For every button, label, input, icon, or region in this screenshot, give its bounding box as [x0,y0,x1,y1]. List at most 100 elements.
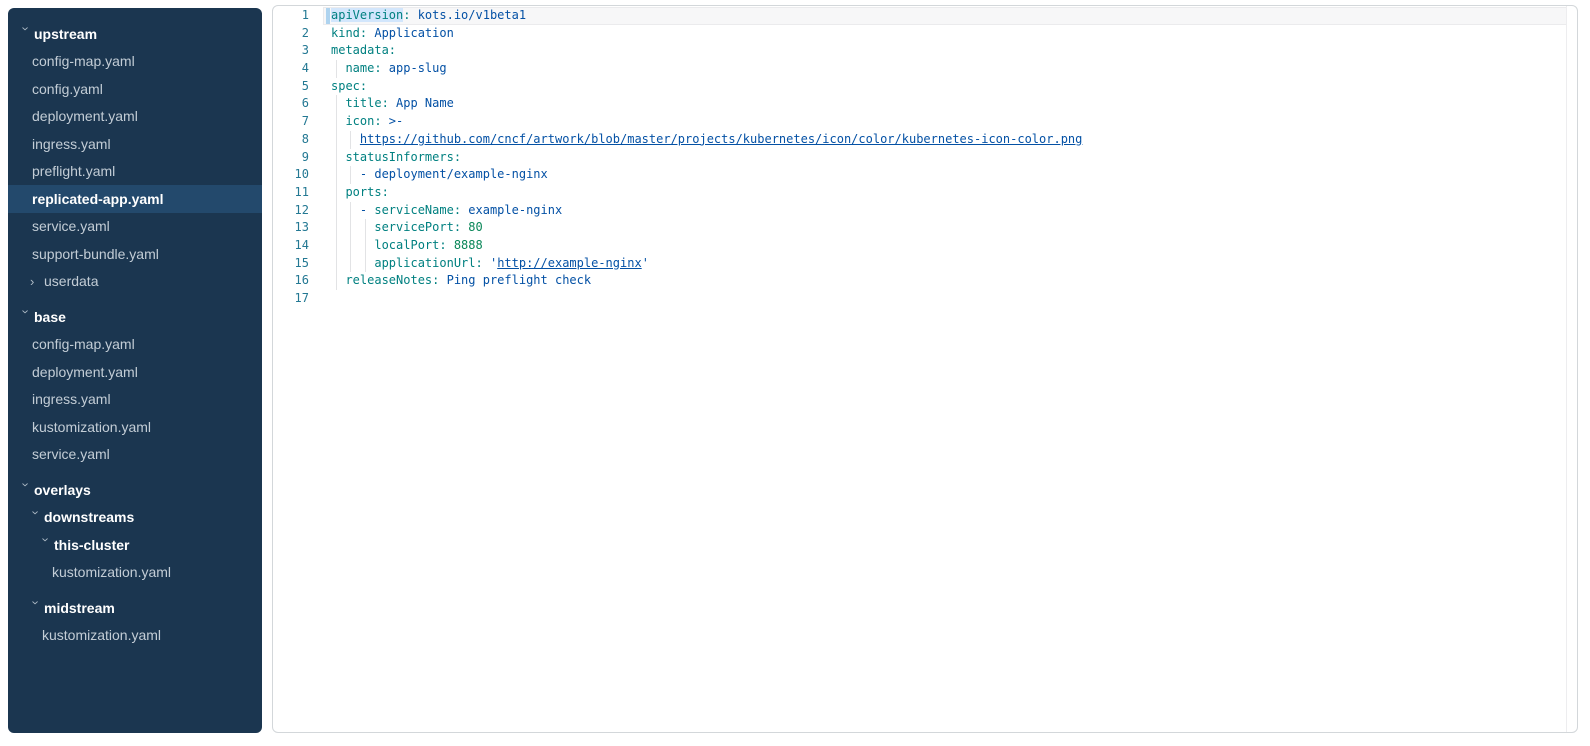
code-token: apiVersion [331,8,403,22]
tree-dir-overlays[interactable]: ›overlays [8,476,262,504]
code-token: >- [382,114,404,128]
line-number: 9 [273,149,309,167]
code-text: releaseNotes: Ping preflight check [331,273,591,287]
code-line[interactable]: name: app-slug [323,60,1567,78]
code-token: App Name [389,96,454,110]
code-token [331,114,345,128]
tree-dir-this-cluster[interactable]: ›this-cluster [8,531,262,559]
code-text: metadata: [331,43,396,57]
line-number: 8 [273,131,309,149]
tree-item-label: upstream [34,26,97,42]
text-cursor [326,8,330,24]
code-line[interactable]: kind: Application [323,25,1567,43]
code-token [331,203,360,217]
tree-file-preflight-yaml[interactable]: preflight.yaml [8,158,262,186]
code-text: applicationUrl: 'http://example-nginx' [331,256,649,270]
code-token [331,220,374,234]
tree-item-label: service.yaml [32,446,110,462]
code-token: example-nginx [461,203,562,217]
tree-file-service-yaml[interactable]: service.yaml [8,213,262,241]
tree-item-label: ingress.yaml [32,391,111,407]
chevron-down-icon[interactable]: › [20,483,33,495]
code-line[interactable]: spec: [323,78,1567,96]
code-line[interactable]: - deployment/example-nginx [323,166,1567,184]
code-text: - serviceName: example-nginx [331,203,562,217]
tree-dir-downstreams[interactable]: ›downstreams [8,504,262,532]
chevron-right-icon[interactable]: › [30,275,42,288]
tree-file-ingress-yaml[interactable]: ingress.yaml [8,130,262,158]
url-link[interactable]: https://github.com/cncf/artwork/blob/mas… [360,132,1082,146]
code-line[interactable]: https://github.com/cncf/artwork/blob/mas… [323,131,1567,149]
code-token [331,167,360,181]
code-token: ' [642,256,649,270]
code-line[interactable]: metadata: [323,42,1567,60]
code-token: kind: [331,26,367,40]
url-link[interactable]: http://example-nginx [497,256,642,270]
code-line[interactable]: icon: >- [323,113,1567,131]
code-text: statusInformers: [331,150,461,164]
chevron-down-icon[interactable]: › [20,310,33,322]
code-line[interactable]: - serviceName: example-nginx [323,202,1567,220]
code-line[interactable]: releaseNotes: Ping preflight check [323,272,1567,290]
tree-item-label: userdata [44,273,98,289]
tree-item-label: deployment.yaml [32,108,138,124]
code-line[interactable]: localPort: 8888 [323,237,1567,255]
tree-file-kustomization-yaml[interactable]: kustomization.yaml [8,622,262,650]
tree-file-service-yaml[interactable]: service.yaml [8,441,262,469]
tree-item-label: config-map.yaml [32,336,135,352]
code-line[interactable]: apiVersion: kots.io/v1beta1 [323,7,1567,25]
line-number: 3 [273,42,309,60]
tree-file-config-map-yaml[interactable]: config-map.yaml [8,48,262,76]
chevron-down-icon[interactable]: › [40,538,53,550]
line-number: 6 [273,95,309,113]
code-token [331,256,374,270]
code-line[interactable]: statusInformers: [323,149,1567,167]
code-token: kots.io/v1beta1 [410,8,526,22]
tree-file-ingress-yaml[interactable]: ingress.yaml [8,386,262,414]
tree-dir-userdata[interactable]: ›userdata [8,268,262,296]
code-token: 8888 [447,238,483,252]
tree-item-label: preflight.yaml [32,163,115,179]
tree-item-label: ingress.yaml [32,136,111,152]
line-number: 12 [273,202,309,220]
code-token: name: [345,61,381,75]
code-token: localPort: [374,238,446,252]
tree-file-deployment-yaml[interactable]: deployment.yaml [8,103,262,131]
line-number-gutter: 1234567891011121314151617 [273,7,323,732]
chevron-down-icon[interactable]: › [20,27,33,39]
chevron-down-icon[interactable]: › [30,510,43,522]
tree-file-config-map-yaml[interactable]: config-map.yaml [8,331,262,359]
code-line[interactable]: applicationUrl: 'http://example-nginx' [323,255,1567,273]
tree-item-label: overlays [34,482,91,498]
line-number: 15 [273,255,309,273]
code-token: 80 [461,220,483,234]
code-token: applicationUrl: [374,256,482,270]
code-token: metadata: [331,43,396,57]
code-text: title: App Name [331,96,454,110]
code-line[interactable] [323,290,1567,308]
line-number: 10 [273,166,309,184]
code-line[interactable]: ports: [323,184,1567,202]
code-token: app-slug [382,61,447,75]
tree-dir-upstream[interactable]: ›upstream [8,20,262,48]
code-line[interactable]: servicePort: 80 [323,219,1567,237]
tree-file-deployment-yaml[interactable]: deployment.yaml [8,358,262,386]
tree-file-kustomization-yaml[interactable]: kustomization.yaml [8,413,262,441]
code-line[interactable]: title: App Name [323,95,1567,113]
code-token [331,238,374,252]
tree-dir-midstream[interactable]: ›midstream [8,594,262,622]
tree-item-label: config.yaml [32,81,103,97]
tree-file-support-bundle-yaml[interactable]: support-bundle.yaml [8,240,262,268]
code-area[interactable]: apiVersion: kots.io/v1beta1kind: Applica… [323,7,1577,732]
code-token: statusInformers: [345,150,461,164]
tree-file-kustomization-yaml[interactable]: kustomization.yaml [8,559,262,587]
code-token [331,61,345,75]
tree-file-replicated-app-yaml[interactable]: replicated-app.yaml [8,185,262,213]
tree-file-config-yaml[interactable]: config.yaml [8,75,262,103]
chevron-down-icon[interactable]: › [30,601,43,613]
tree-item-label: service.yaml [32,218,110,234]
code-token: icon: [345,114,381,128]
tree-dir-base[interactable]: ›base [8,303,262,331]
line-number: 4 [273,60,309,78]
code-token [331,185,345,199]
